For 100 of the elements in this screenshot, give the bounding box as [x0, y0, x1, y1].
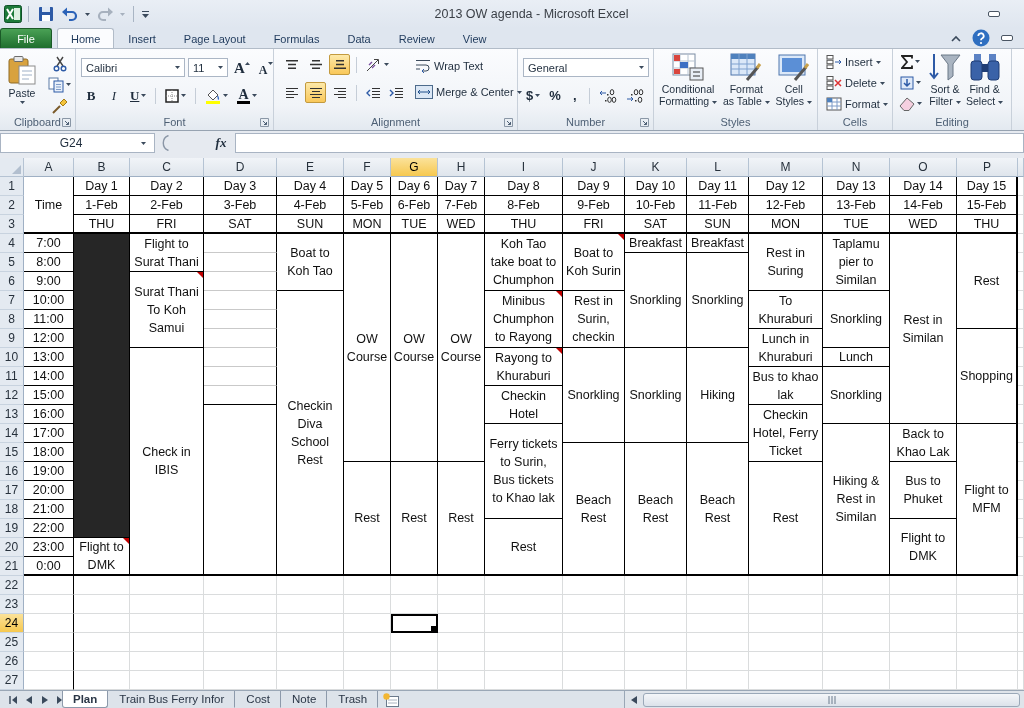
- wrap-text-icon: [415, 59, 431, 73]
- column-header[interactable]: E: [277, 158, 344, 177]
- font-color-button[interactable]: A: [234, 86, 260, 105]
- dialog-launcher-button[interactable]: [259, 116, 270, 128]
- row-header[interactable]: 11: [0, 367, 24, 386]
- row-header[interactable]: 19: [0, 519, 24, 538]
- sheet-tab[interactable]: Cost: [235, 691, 281, 708]
- column-header[interactable]: O: [890, 158, 957, 177]
- dialog-launcher-button[interactable]: [61, 116, 72, 128]
- ribbon-tab[interactable]: View: [448, 28, 501, 48]
- name-box[interactable]: G24: [0, 133, 155, 153]
- row-header[interactable]: 15: [0, 443, 24, 462]
- editing-button[interactable]: Find & Select: [965, 50, 1005, 114]
- editing-button[interactable]: Sort & Filter: [928, 50, 962, 114]
- row-header[interactable]: 7: [0, 291, 24, 310]
- row-header[interactable]: 18: [0, 500, 24, 519]
- time-cell: 19:00: [24, 462, 74, 481]
- ribbon-tab[interactable]: File: [0, 28, 52, 48]
- row-header[interactable]: 2: [0, 196, 24, 215]
- number-format-dropdown[interactable]: General: [523, 58, 649, 77]
- cells-button[interactable]: Insert: [823, 52, 887, 72]
- column-header[interactable]: F: [344, 158, 391, 177]
- column-header[interactable]: P: [957, 158, 1018, 177]
- horizontal-align-button[interactable]: [305, 82, 326, 103]
- styles-button[interactable]: Conditional Formatting: [658, 50, 719, 114]
- merge-center-button[interactable]: Merge & Center: [412, 82, 525, 102]
- shrink-font-button[interactable]: A: [255, 58, 276, 77]
- ribbon-tab[interactable]: Page Layout: [169, 28, 260, 48]
- currency-button[interactable]: $: [523, 86, 544, 105]
- align-bottom-icon: [333, 60, 346, 69]
- column-header[interactable]: L: [687, 158, 749, 177]
- row-header[interactable]: 1: [0, 177, 24, 196]
- grow-font-button[interactable]: A: [231, 58, 253, 77]
- formula-input[interactable]: [235, 133, 1024, 153]
- scrollbar-thumb[interactable]: [643, 692, 1020, 707]
- sheet-tab[interactable]: Train Bus Ferry Infor: [108, 691, 236, 708]
- row-header[interactable]: 20: [0, 538, 24, 557]
- bracket-grip-icon: [160, 135, 169, 151]
- sheet-tab[interactable]: Note: [281, 691, 328, 708]
- row-header[interactable]: 16: [0, 462, 24, 481]
- cells-button[interactable]: Format: [823, 94, 887, 114]
- dialog-launcher-button[interactable]: [639, 116, 650, 128]
- row-header[interactable]: 8: [0, 310, 24, 329]
- row-header[interactable]: 4: [0, 234, 24, 253]
- column-header[interactable]: K: [625, 158, 687, 177]
- row-header[interactable]: 21: [0, 557, 24, 576]
- row-header[interactable]: 6: [0, 272, 24, 291]
- empty-cell: [277, 576, 344, 595]
- row-header[interactable]: 5: [0, 253, 24, 272]
- caret-icon: [639, 66, 644, 69]
- sheet-tab[interactable]: Trash: [327, 691, 379, 708]
- column-header[interactable]: C: [130, 158, 204, 177]
- row-header[interactable]: 13: [0, 405, 24, 424]
- sheet-tab[interactable]: Plan: [62, 691, 109, 708]
- column-header[interactable]: J: [563, 158, 625, 177]
- ribbon-tab[interactable]: Home: [57, 28, 115, 48]
- comma-style-button[interactable]: ,: [566, 86, 583, 105]
- styles-button[interactable]: Format as Table: [721, 50, 771, 114]
- font-size-dropdown[interactable]: 11: [188, 58, 228, 77]
- styles-button[interactable]: Cell Styles: [774, 50, 813, 114]
- italic-button[interactable]: I: [104, 86, 124, 105]
- column-header[interactable]: M: [749, 158, 823, 177]
- vertical-align-button[interactable]: [329, 54, 350, 75]
- insert-function-button[interactable]: fx: [211, 133, 231, 153]
- copy-button[interactable]: [45, 75, 74, 94]
- wrap-text-button[interactable]: Wrap Text: [412, 56, 525, 76]
- column-header[interactable]: A: [24, 158, 74, 177]
- row-header[interactable]: 10: [0, 348, 24, 367]
- row-header[interactable]: 22: [0, 576, 24, 595]
- row-header[interactable]: 25: [0, 633, 24, 652]
- column-header[interactable]: N: [823, 158, 890, 177]
- percent-button[interactable]: %: [546, 86, 564, 105]
- ribbon-tab[interactable]: Data: [333, 28, 385, 48]
- ribbon-tab[interactable]: Review: [384, 28, 449, 48]
- ribbon-tab[interactable]: Formulas: [259, 28, 334, 48]
- column-header[interactable]: B: [74, 158, 130, 177]
- paste-button[interactable]: Paste: [3, 52, 41, 116]
- underline-button[interactable]: U: [127, 86, 150, 105]
- column-header[interactable]: D: [204, 158, 277, 177]
- row-header[interactable]: 26: [0, 652, 24, 671]
- schedule-cell: Koh Tao take boat to Chumphon: [485, 234, 563, 291]
- row-header[interactable]: 9: [0, 329, 24, 348]
- row-header[interactable]: 14: [0, 424, 24, 443]
- day-header: Day 1: [74, 177, 130, 196]
- ribbon-tab[interactable]: Insert: [114, 28, 170, 48]
- row-header[interactable]: 24: [0, 614, 24, 633]
- font-name-dropdown[interactable]: Calibri: [81, 58, 185, 77]
- row-header[interactable]: 27: [0, 671, 24, 690]
- cells-button[interactable]: Delete: [823, 73, 887, 93]
- dialog-launcher-button[interactable]: [503, 116, 514, 128]
- column-header[interactable]: G: [391, 158, 438, 177]
- paintbrush-icon: [51, 97, 68, 114]
- triangle-left-icon: [26, 695, 32, 704]
- column-header[interactable]: I: [485, 158, 563, 177]
- column-header[interactable]: H: [438, 158, 485, 177]
- row-header[interactable]: 17: [0, 481, 24, 500]
- row-header[interactable]: 23: [0, 595, 24, 614]
- row-header[interactable]: 3: [0, 215, 24, 234]
- bold-button[interactable]: B: [81, 86, 101, 105]
- row-header[interactable]: 12: [0, 386, 24, 405]
